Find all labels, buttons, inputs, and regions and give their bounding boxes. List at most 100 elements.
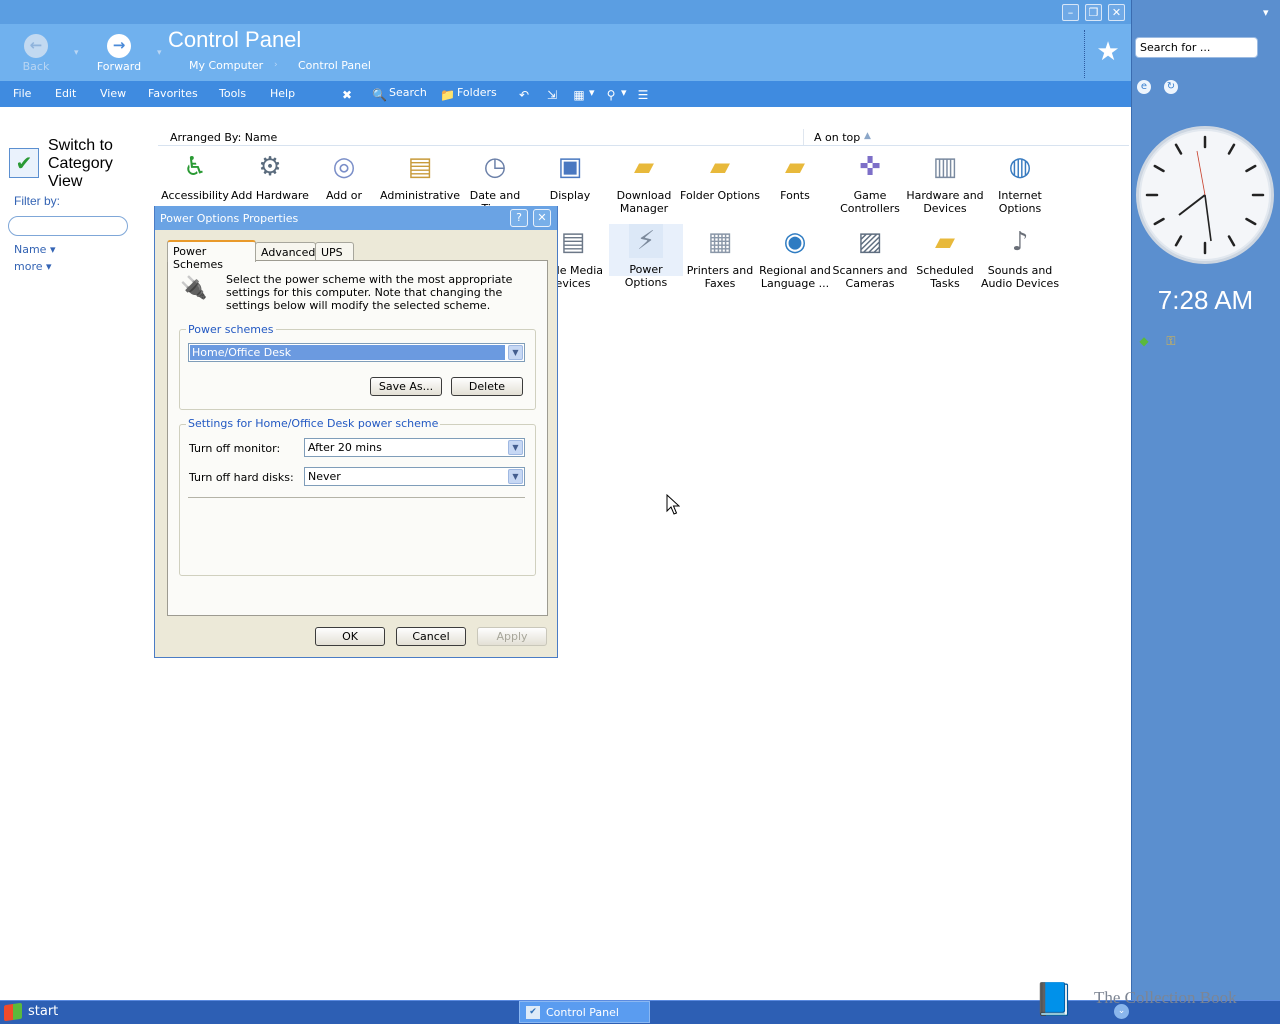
refresh-icon[interactable]: ↻ — [1164, 80, 1178, 94]
search-button[interactable]: 🔍 Search — [372, 86, 427, 102]
window-titlebar: – ❐ ✕ — [0, 0, 1131, 24]
menu-favorites[interactable]: Favorites — [148, 87, 198, 100]
arranged-by-label[interactable]: Arranged By: Name — [170, 131, 277, 144]
folders-label: Folders — [457, 86, 497, 99]
power-plug-icon: 🔌 — [180, 276, 208, 301]
sort-order-label[interactable]: A on top — [814, 131, 860, 144]
cp-item-add-remove-programs[interactable]: ◎ Add or — [304, 150, 384, 202]
add-remove-programs-icon: ◎ — [332, 152, 356, 182]
cp-item-accessibility[interactable]: ♿ Accessibility — [155, 150, 235, 202]
cancel-button[interactable]: Cancel — [396, 627, 466, 646]
power-options-dialog: Power Options Properties ? ✕ Power Schem… — [154, 206, 558, 658]
hard-disks-label: Turn off hard disks: — [189, 471, 294, 484]
cp-item-scanners-cameras[interactable]: ▨ Scanners and Cameras — [830, 225, 910, 290]
cp-item-administrative-tools[interactable]: ▤ Administrative — [380, 150, 460, 202]
menu-file[interactable]: File — [13, 87, 31, 100]
chevron-down-icon[interactable]: ▼ — [508, 345, 523, 360]
search-icon: 🔍 — [372, 88, 387, 102]
filter-name-link[interactable]: Name ▾ — [14, 243, 55, 256]
cp-item-add-hardware[interactable]: ⚙ Add Hardware — [230, 150, 310, 202]
cp-item-power-options[interactable]: ⚡ Power Options — [609, 224, 683, 289]
add-hardware-icon: ⚙ — [258, 152, 282, 182]
zoom-icon[interactable]: ⚲ ▾ — [604, 86, 627, 102]
folders-button[interactable]: 📁 Folders — [440, 86, 497, 102]
internet-options-icon: ◍ — [1008, 152, 1032, 182]
menu-bar: File Edit View Favorites Tools Help ✖ 🔍 S… — [0, 81, 1131, 107]
display-icon: ▣ — [557, 152, 583, 182]
keys-icon[interactable]: ⚿ — [1164, 334, 1178, 348]
back-dropdown-icon[interactable]: ▾ — [74, 48, 79, 58]
dialog-titlebar: Power Options Properties ? ✕ — [155, 206, 557, 230]
sidebar-search-input[interactable]: Search for ... — [1135, 37, 1258, 58]
analog-clock — [1136, 126, 1274, 264]
cp-item-display[interactable]: ▣ Display — [530, 150, 610, 202]
menu-edit[interactable]: Edit — [55, 87, 76, 100]
cp-item-sounds-audio[interactable]: ♪ Sounds and Audio Devices — [980, 225, 1060, 290]
menu-help[interactable]: Help — [270, 87, 295, 100]
back-button[interactable]: ← Back — [6, 34, 66, 73]
start-button[interactable]: start — [0, 1001, 100, 1024]
monitor-label: Turn off monitor: — [189, 442, 281, 455]
menu-tools[interactable]: Tools — [219, 87, 246, 100]
chevron-down-icon[interactable]: ▼ — [508, 440, 523, 455]
menu-view[interactable]: View — [100, 87, 126, 100]
cp-item-scheduled-tasks[interactable]: ▰ Scheduled Tasks — [905, 225, 985, 290]
download-manager-icon: ▰ — [634, 152, 654, 182]
breadcrumb-my-computer[interactable]: My Computer — [189, 59, 263, 72]
cp-item-printers-faxes[interactable]: ▦ Printers and Faxes — [680, 225, 760, 290]
ok-button[interactable]: OK — [315, 627, 385, 646]
maximize-button[interactable]: ❐ — [1085, 4, 1102, 21]
tab-advanced[interactable]: Advanced — [255, 242, 316, 261]
filter-more-link[interactable]: more ▾ — [14, 260, 52, 273]
cp-item-fonts[interactable]: ▰ Fonts — [755, 150, 835, 202]
monitor-select[interactable]: After 20 mins ▼ — [304, 438, 525, 457]
cp-item-download-manager[interactable]: ▰ Download Manager — [604, 150, 684, 215]
views-icon[interactable]: ▦ ▾ — [572, 86, 594, 102]
forward-dropdown-icon[interactable]: ▾ — [157, 48, 162, 58]
column-divider — [803, 129, 804, 145]
tab-power-schemes[interactable]: Power Schemes — [167, 240, 256, 271]
move-to-icon[interactable]: ⇲ — [545, 86, 562, 102]
breadcrumb-control-panel[interactable]: Control Panel — [298, 59, 371, 72]
switch-to-category-view[interactable]: Switch to Category View — [48, 137, 128, 191]
cp-item-hardware-devices[interactable]: ▥ Hardware and Devices — [905, 150, 985, 215]
save-as-button[interactable]: Save As... — [370, 377, 442, 396]
accessibility-icon: ♿ — [183, 152, 207, 182]
chevron-down-icon[interactable]: ▼ — [508, 469, 523, 484]
cp-item-regional-language[interactable]: ◉ Regional and Language ... — [755, 225, 835, 290]
taskbar-control-panel-label: Control Panel — [546, 1006, 619, 1019]
game-controllers-icon: ✜ — [859, 152, 881, 182]
tab-ups[interactable]: UPS — [315, 242, 354, 261]
favorites-star-icon[interactable]: ★ — [1094, 38, 1122, 66]
forward-label: Forward — [96, 60, 142, 73]
properties-icon[interactable]: ☰ — [636, 86, 653, 102]
tray-expand-icon[interactable]: ⌄ — [1114, 1004, 1129, 1019]
apply-button[interactable]: Apply — [477, 627, 547, 646]
minimize-button[interactable]: – — [1062, 4, 1079, 21]
start-label: start — [28, 1004, 59, 1019]
network-icon[interactable]: ◆ — [1137, 334, 1151, 348]
hard-disks-select[interactable]: Never ▼ — [304, 467, 525, 486]
page-title: Control Panel — [168, 27, 302, 52]
filter-input[interactable] — [8, 216, 128, 236]
search-label: Search — [389, 86, 427, 99]
scheduled-tasks-icon: ▰ — [935, 227, 955, 257]
portable-media-devices-icon: ▤ — [560, 227, 586, 257]
forward-button[interactable]: → Forward — [89, 34, 149, 73]
help-icon[interactable]: ? — [510, 209, 528, 227]
close-button[interactable]: ✕ — [1108, 4, 1125, 21]
taskbar-control-panel[interactable]: ✔ Control Panel — [519, 1001, 650, 1023]
sidebar-menu-chevron-icon[interactable]: ▾ — [1263, 6, 1269, 19]
undo-icon[interactable]: ↶ — [517, 86, 534, 102]
delete-button[interactable]: Delete — [451, 377, 523, 396]
cp-item-internet-options[interactable]: ◍ Internet Options — [980, 150, 1060, 215]
cp-item-folder-options[interactable]: ▰ Folder Options — [680, 150, 760, 202]
dialog-close-icon[interactable]: ✕ — [533, 209, 551, 227]
ie-icon[interactable]: e — [1137, 80, 1151, 94]
power-options-icon: ⚡ — [629, 224, 663, 258]
stop-icon[interactable]: ✖ — [340, 86, 357, 102]
cp-item-game-controllers[interactable]: ✜ Game Controllers — [830, 150, 910, 215]
administrative-tools-icon: ▤ — [407, 152, 433, 182]
power-scheme-select[interactable]: Home/Office Desk ▼ — [188, 343, 525, 362]
category-view-icon[interactable]: ✔ — [9, 148, 39, 178]
